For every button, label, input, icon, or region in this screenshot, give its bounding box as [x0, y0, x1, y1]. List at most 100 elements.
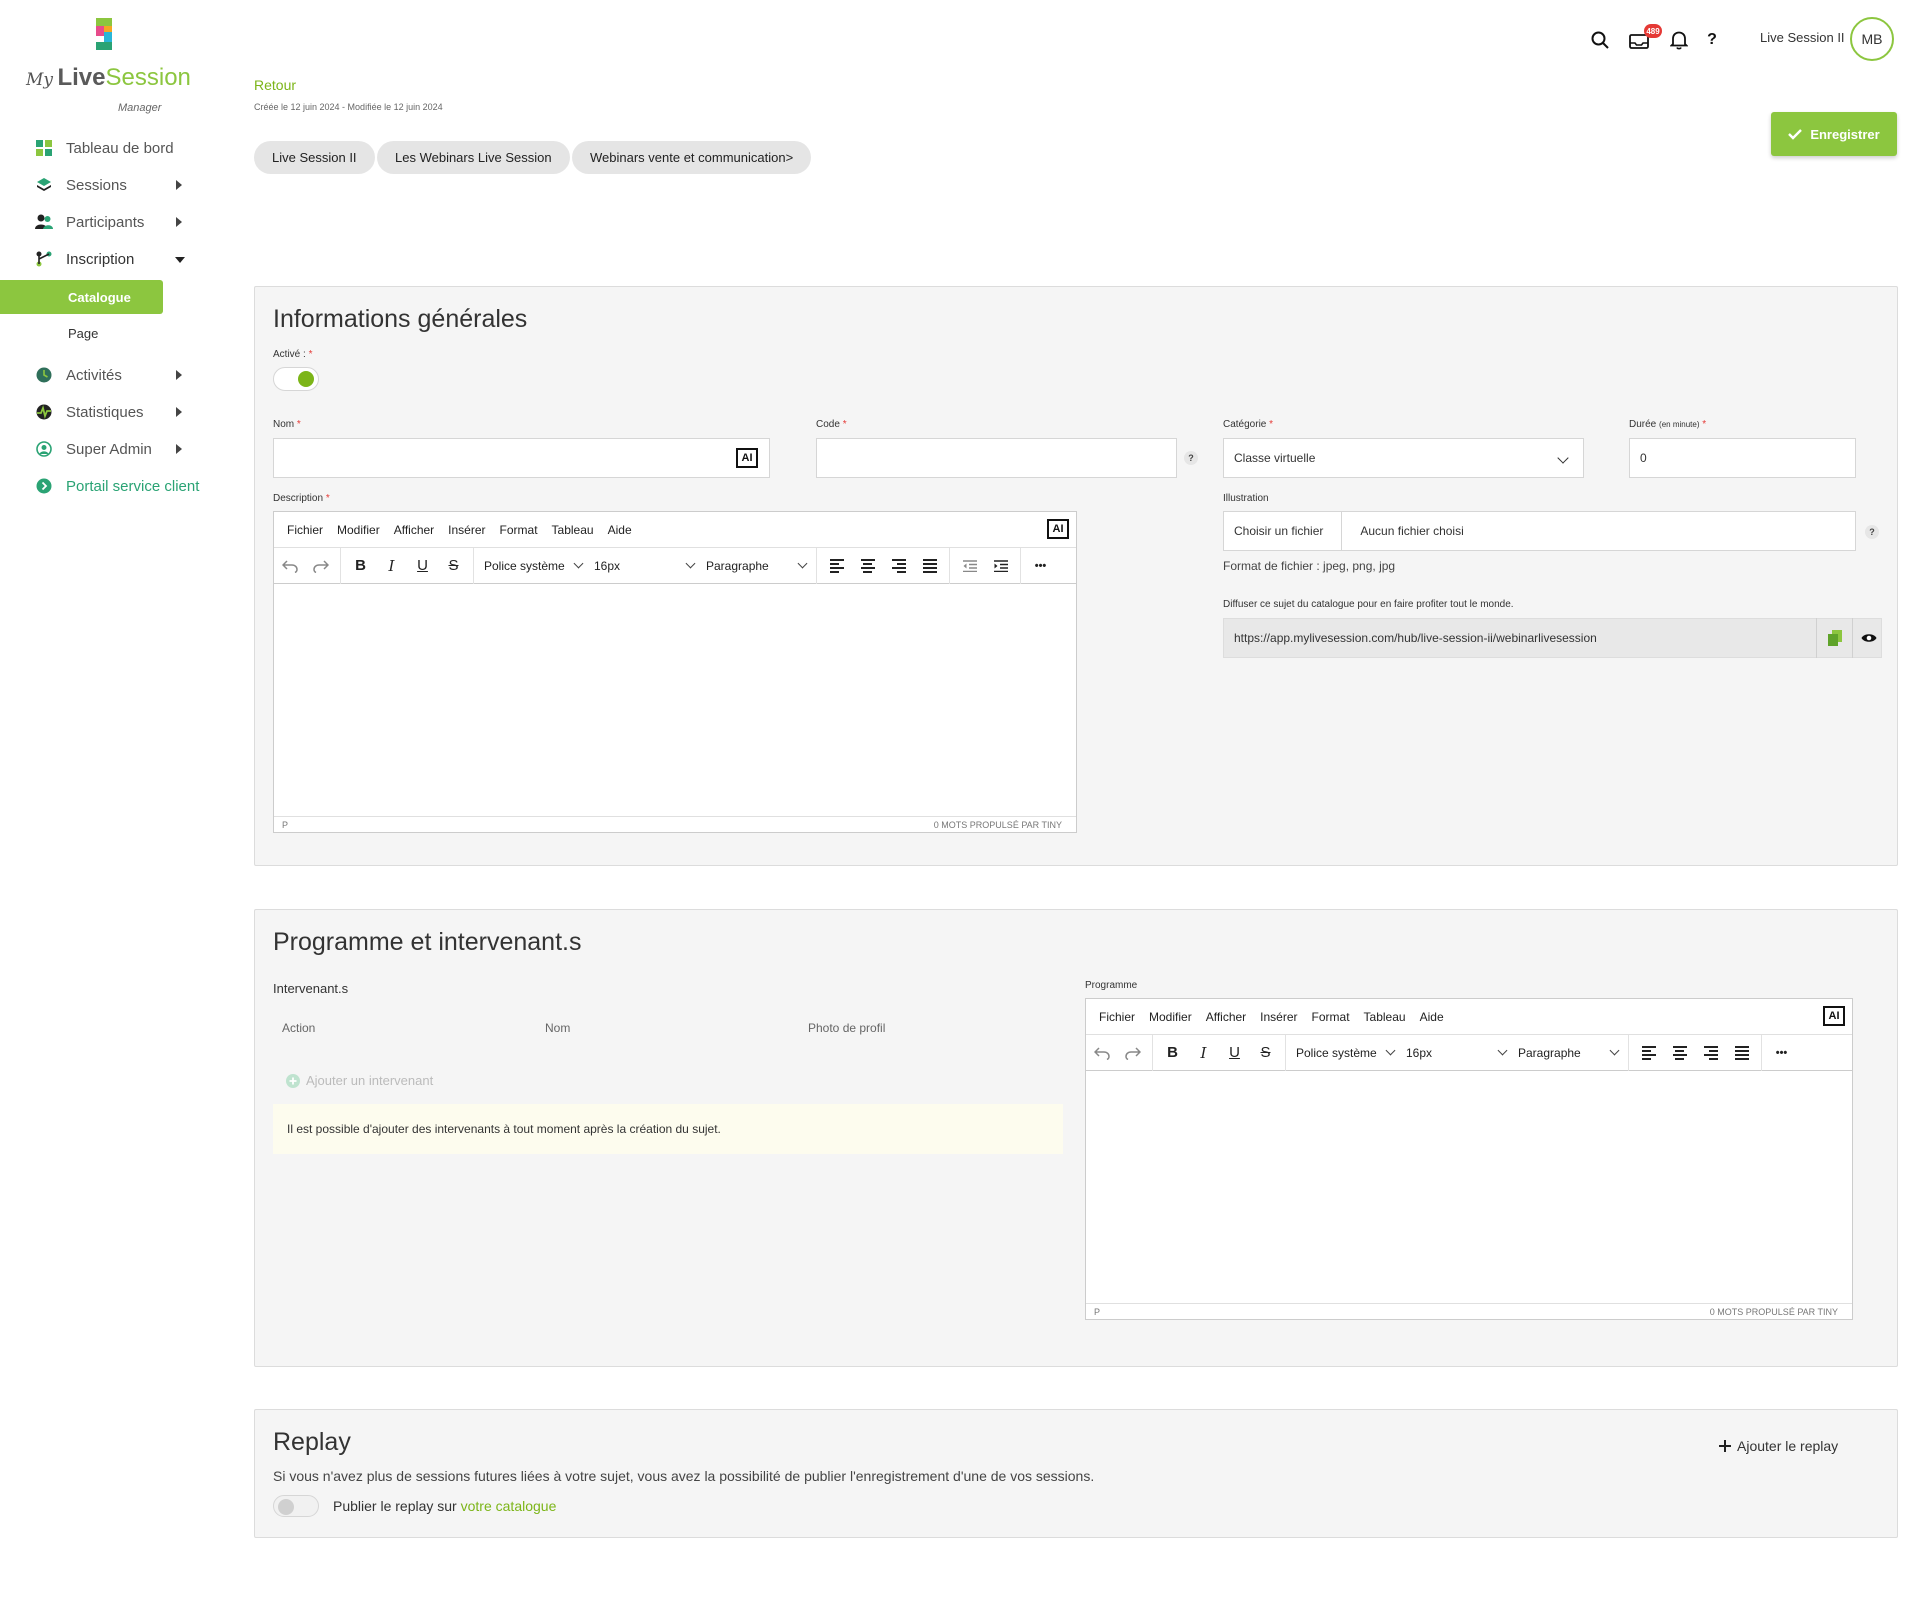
preview-url-button[interactable] — [1852, 618, 1884, 658]
justify-icon — [922, 558, 937, 573]
font-size-select[interactable]: 16px — [1400, 1039, 1512, 1067]
sidebar-item-activites[interactable]: Activités — [0, 357, 220, 393]
editor-menu-aide[interactable]: Aide — [601, 523, 639, 537]
logo[interactable]: My LiveSession Manager — [26, 16, 191, 114]
sidebar: My LiveSession Manager Tableau de bord S… — [0, 0, 220, 1602]
search-button[interactable] — [1588, 28, 1612, 52]
sidebar-item-portail-service-client[interactable]: Portail service client — [0, 468, 220, 504]
redo-button[interactable] — [305, 552, 336, 580]
users-icon — [34, 212, 54, 232]
editor-menu-format[interactable]: Format — [1305, 1010, 1357, 1024]
redo-button[interactable] — [1117, 1039, 1148, 1067]
block-format-select[interactable]: Paragraphe — [700, 552, 812, 580]
align-center-button[interactable] — [1664, 1039, 1695, 1067]
align-right-button[interactable] — [883, 552, 914, 580]
undo-button[interactable] — [1086, 1039, 1117, 1067]
ai-assist-button[interactable]: AI — [1823, 1006, 1845, 1026]
sidebar-subitem-catalogue[interactable]: Catalogue — [0, 280, 163, 314]
underline-button[interactable]: U — [1219, 1039, 1250, 1067]
indent-button[interactable] — [985, 552, 1016, 580]
catalogue-link[interactable]: votre catalogue — [461, 1498, 557, 1514]
editor-menu-tableau[interactable]: Tableau — [1357, 1010, 1413, 1024]
editor-toolbar: B I U S Police système 16px Paragraphe •… — [274, 547, 1076, 584]
code-help-icon[interactable]: ? — [1184, 451, 1198, 465]
chevron-down-icon — [573, 558, 584, 569]
font-size-select[interactable]: 16px — [588, 552, 700, 580]
editor-menu-fichier[interactable]: Fichier — [280, 523, 330, 537]
italic-button[interactable]: I — [376, 552, 407, 580]
choose-file-button[interactable]: Choisir un fichier — [1224, 512, 1343, 550]
sidebar-item-inscription[interactable]: Inscription — [0, 241, 220, 277]
editor-menu-fichier[interactable]: Fichier — [1092, 1010, 1142, 1024]
sidebar-item-label: Sessions — [66, 176, 127, 194]
more-options-button[interactable]: ••• — [1766, 1039, 1797, 1067]
align-left-button[interactable] — [821, 552, 852, 580]
category-select[interactable]: Classe virtuelle — [1223, 438, 1584, 478]
programme-editor[interactable]: Fichier Modifier Afficher Insérer Format… — [1085, 998, 1853, 1320]
outdent-button[interactable] — [954, 552, 985, 580]
editor-menu-modifier[interactable]: Modifier — [330, 523, 387, 537]
column-header-name: Nom — [545, 1021, 571, 1035]
illustration-help-icon[interactable]: ? — [1865, 525, 1879, 539]
block-format-select[interactable]: Paragraphe — [1512, 1039, 1624, 1067]
editor-path: P — [282, 819, 289, 830]
plus-circle-icon — [286, 1073, 300, 1088]
breadcrumb-item[interactable]: Webinars vente et communication> — [572, 141, 812, 174]
justify-button[interactable] — [1726, 1039, 1757, 1067]
share-url-field[interactable]: https://app.mylivesession.com/hub/live-s… — [1223, 618, 1882, 658]
code-input[interactable] — [816, 438, 1177, 478]
ai-assist-button[interactable]: AI — [736, 448, 758, 468]
editor-menu-aide[interactable]: Aide — [1413, 1010, 1451, 1024]
bell-icon — [1670, 31, 1688, 50]
publish-replay-toggle[interactable] — [273, 1495, 319, 1517]
active-toggle[interactable] — [273, 367, 319, 391]
toolbar-separator — [1152, 1034, 1153, 1071]
align-left-button[interactable] — [1633, 1039, 1664, 1067]
font-family-select[interactable]: Police système — [1290, 1039, 1400, 1067]
back-link[interactable]: Retour — [254, 77, 296, 93]
breadcrumb-item[interactable]: Live Session II — [254, 141, 375, 174]
breadcrumb-item[interactable]: Les Webinars Live Session — [377, 141, 570, 174]
sidebar-subitem-page[interactable]: Page — [0, 316, 163, 350]
editor-menu-modifier[interactable]: Modifier — [1142, 1010, 1199, 1024]
help-button[interactable]: ? — [1700, 28, 1724, 52]
more-options-button[interactable]: ••• — [1025, 552, 1056, 580]
sidebar-item-sessions[interactable]: Sessions — [0, 167, 220, 203]
save-button[interactable]: Enregistrer — [1771, 112, 1897, 156]
sidebar-item-statistiques[interactable]: Statistiques — [0, 394, 220, 430]
editor-menu-inserer[interactable]: Insérer — [1253, 1010, 1304, 1024]
name-input[interactable] — [273, 438, 770, 478]
file-input[interactable]: Choisir un fichier Aucun fichier choisi — [1223, 511, 1856, 551]
sidebar-item-super-admin[interactable]: Super Admin — [0, 431, 220, 467]
editor-menu-afficher[interactable]: Afficher — [387, 523, 441, 537]
sidebar-item-participants[interactable]: Participants — [0, 204, 220, 240]
italic-button[interactable]: I — [1188, 1039, 1219, 1067]
add-replay-button[interactable]: Ajouter le replay — [1719, 1438, 1838, 1454]
editor-menu-inserer[interactable]: Insérer — [441, 523, 492, 537]
align-right-button[interactable] — [1695, 1039, 1726, 1067]
add-speaker-button[interactable]: Ajouter un intervenant — [286, 1073, 433, 1088]
strikethrough-button[interactable]: S — [1250, 1039, 1281, 1067]
bold-button[interactable]: B — [345, 552, 376, 580]
duration-input[interactable]: 0 — [1629, 438, 1856, 478]
notifications-button[interactable] — [1667, 28, 1691, 52]
strikethrough-button[interactable]: S — [438, 552, 469, 580]
bold-button[interactable]: B — [1157, 1039, 1188, 1067]
sidebar-item-dashboard[interactable]: Tableau de bord — [0, 130, 220, 166]
editor-menu-afficher[interactable]: Afficher — [1199, 1010, 1253, 1024]
description-editor[interactable]: Fichier Modifier Afficher Insérer Format… — [273, 511, 1077, 833]
ai-assist-button[interactable]: AI — [1047, 519, 1069, 539]
editor-menu-tableau[interactable]: Tableau — [545, 523, 601, 537]
align-center-button[interactable] — [852, 552, 883, 580]
font-family-select[interactable]: Police système — [478, 552, 588, 580]
editor-menu-format[interactable]: Format — [493, 523, 545, 537]
sidebar-item-label: Inscription — [66, 250, 135, 268]
user-name[interactable]: Live Session II — [1760, 30, 1845, 45]
underline-button[interactable]: U — [407, 552, 438, 580]
undo-button[interactable] — [274, 552, 305, 580]
toolbar-separator — [473, 547, 474, 584]
copy-url-button[interactable] — [1816, 618, 1852, 658]
avatar[interactable]: MB — [1850, 17, 1894, 61]
justify-button[interactable] — [914, 552, 945, 580]
panel-title: Replay — [273, 1428, 351, 1456]
